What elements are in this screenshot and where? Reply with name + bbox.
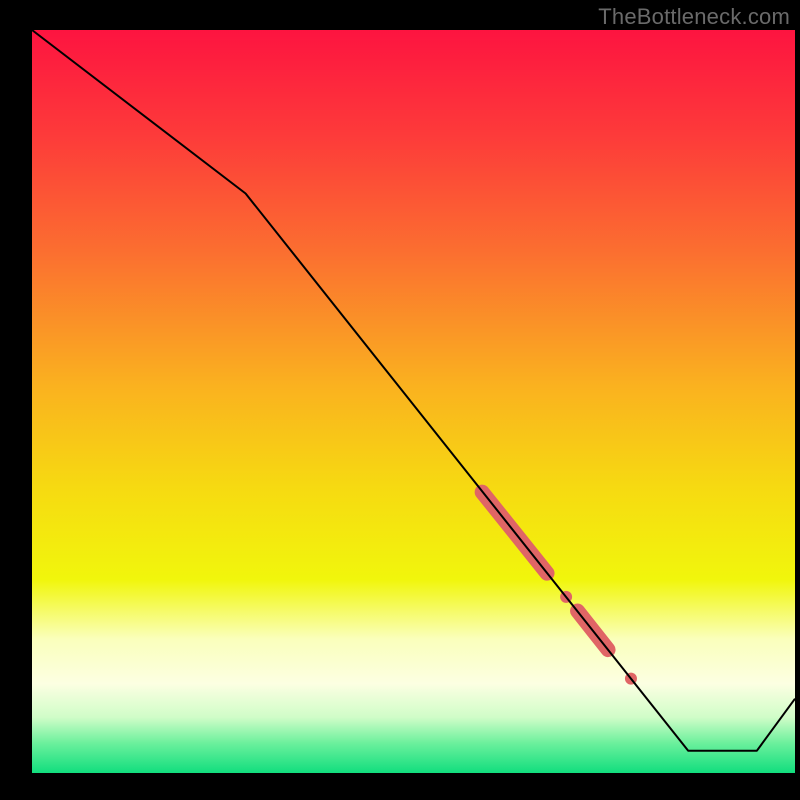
plot-background — [32, 30, 795, 773]
chart-svg — [0, 0, 800, 800]
chart-container: TheBottleneck.com — [0, 0, 800, 800]
watermark-label: TheBottleneck.com — [598, 4, 790, 30]
